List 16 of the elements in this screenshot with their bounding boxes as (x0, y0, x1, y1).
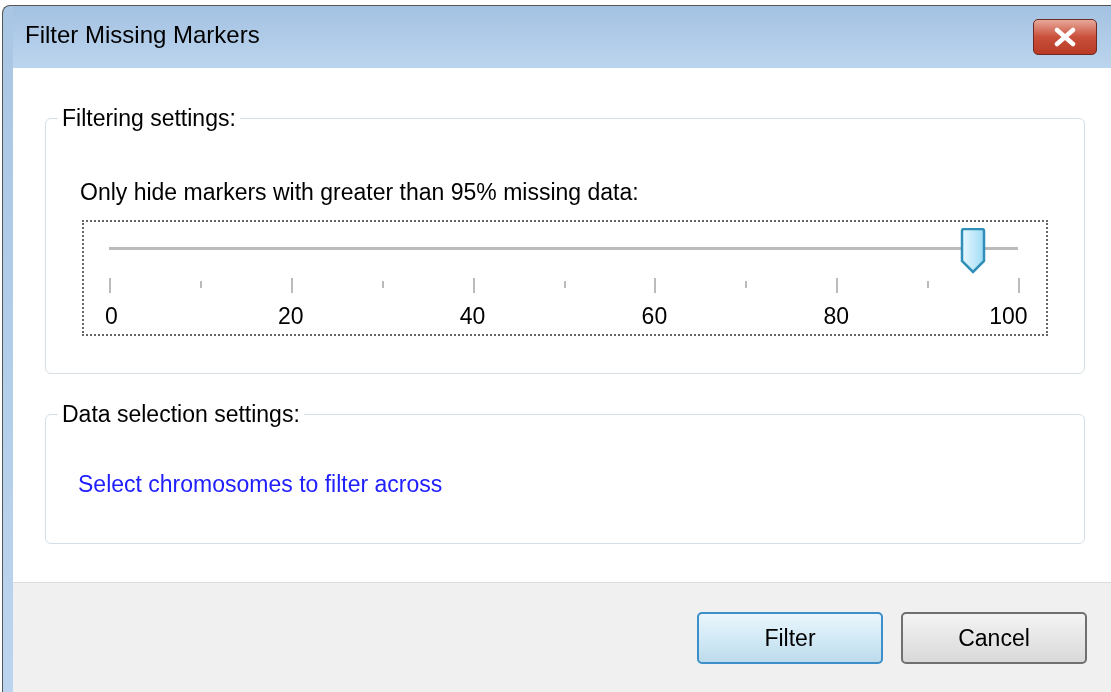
close-button[interactable] (1033, 19, 1097, 55)
slider[interactable]: 0 20 40 60 80 100 (82, 220, 1048, 336)
group-legend: Filtering settings: (58, 105, 240, 132)
tick-label: 80 (823, 302, 849, 330)
tick-label: 0 (105, 302, 118, 330)
tick-label: 100 (989, 302, 1028, 330)
tick-label: 20 (278, 302, 304, 330)
select-chromosomes-link[interactable]: Select chromosomes to filter across (78, 471, 1084, 498)
tick-label: 60 (641, 302, 668, 330)
filter-button[interactable]: Filter (697, 612, 883, 664)
close-icon (1052, 27, 1078, 47)
group-legend: Data selection settings: (58, 401, 304, 428)
window-title: Filter Missing Markers (24, 21, 260, 49)
slider-label: Only hide markers with greater than 95% missing data: (80, 179, 640, 206)
cancel-button[interactable]: Cancel (901, 612, 1087, 664)
tick-label: 40 (459, 302, 486, 330)
